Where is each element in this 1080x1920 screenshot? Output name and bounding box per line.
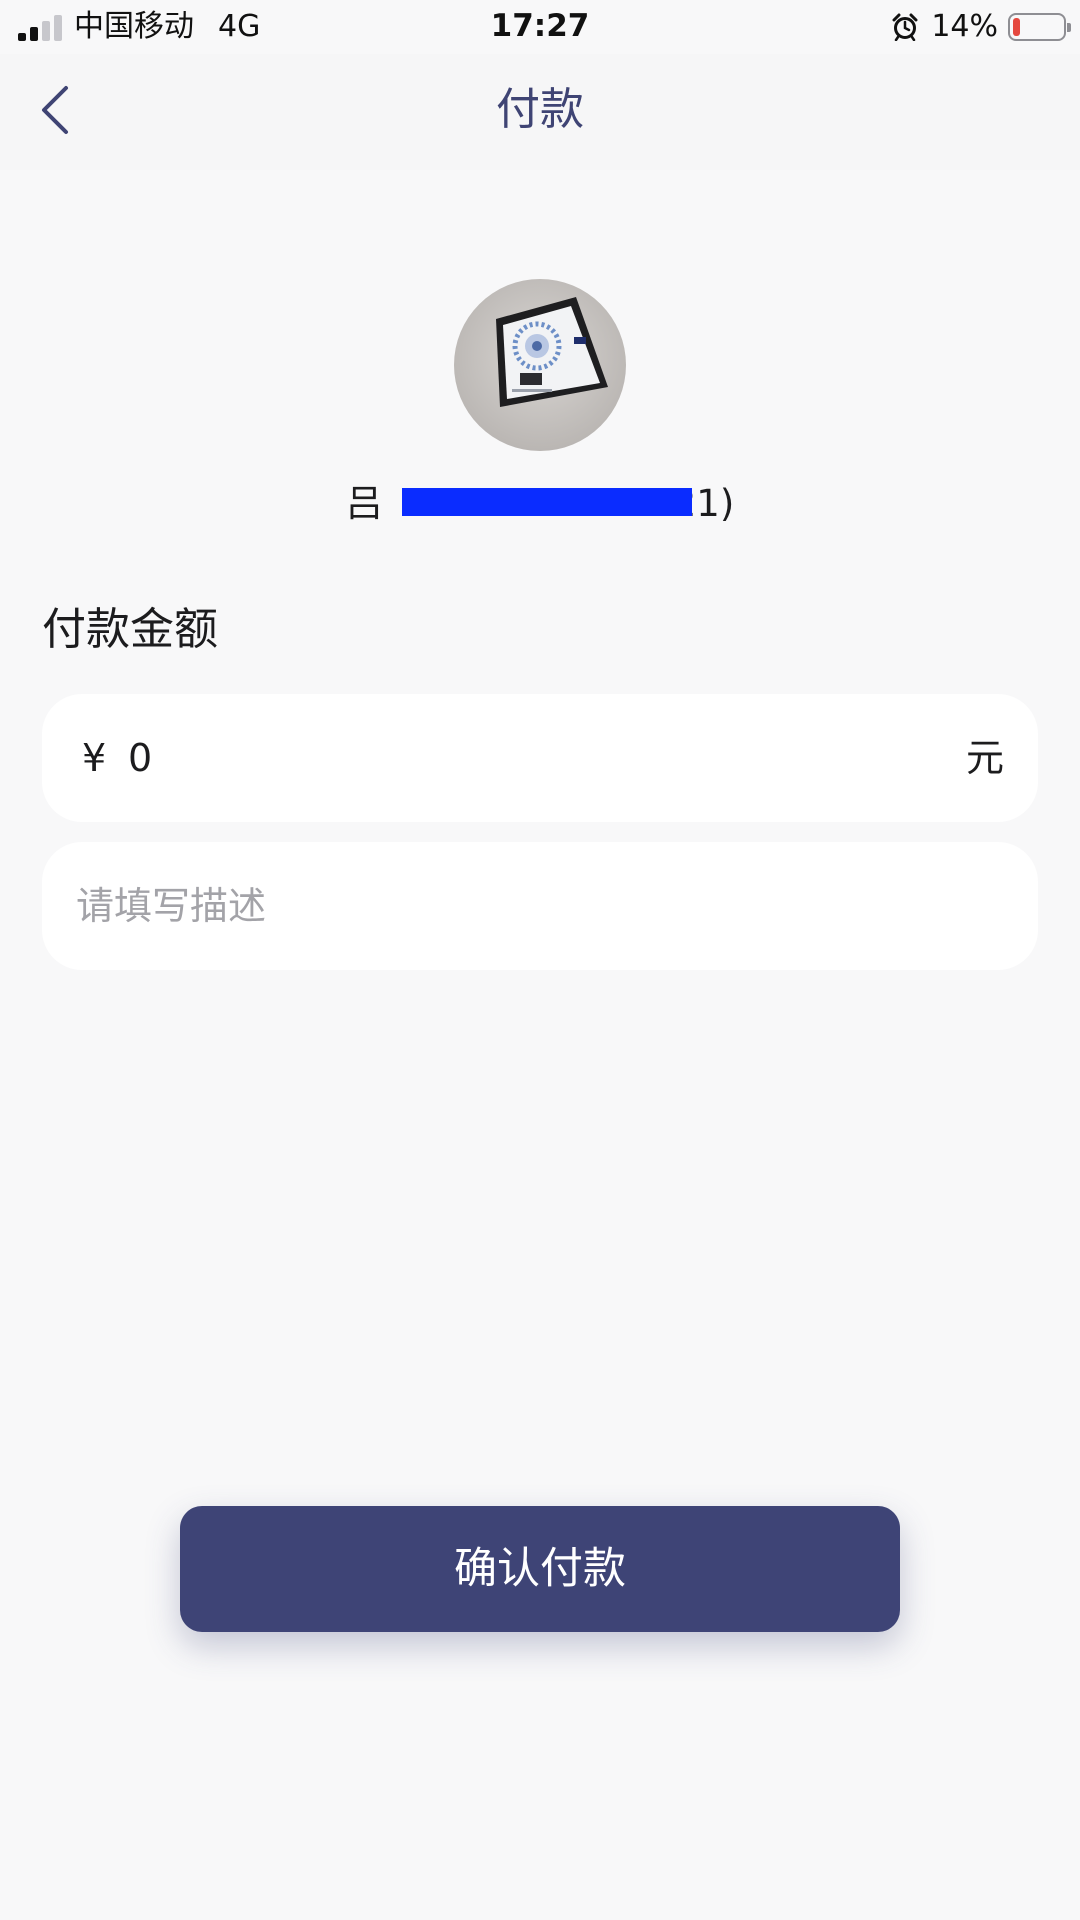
payee-name-visible: 吕 bbox=[345, 482, 383, 525]
amount-section-label: 付款金额 bbox=[42, 604, 218, 655]
battery-cap bbox=[1067, 23, 1071, 32]
battery-icon bbox=[1008, 13, 1071, 41]
avatar-photo bbox=[454, 279, 626, 451]
currency-symbol: ¥ bbox=[82, 736, 107, 780]
battery-percent: 14% bbox=[931, 9, 998, 44]
page-title: 付款 bbox=[496, 84, 584, 135]
payee-avatar bbox=[454, 279, 626, 451]
amount-input[interactable]: 0 bbox=[128, 728, 152, 788]
amount-field[interactable]: ¥ 0 元 bbox=[42, 694, 1038, 822]
status-right: 14% bbox=[891, 8, 1071, 46]
status-bar: 中国移动 4G 17:27 14% bbox=[0, 0, 1080, 54]
currency-unit-label: 元 bbox=[965, 736, 1004, 780]
description-field[interactable] bbox=[42, 842, 1038, 970]
alarm-icon bbox=[892, 13, 918, 41]
navigation-bar: 付款 bbox=[0, 54, 1080, 170]
confirm-payment-button[interactable]: 确认付款 bbox=[180, 1506, 900, 1632]
payment-screen: 中国移动 4G 17:27 14% 付款 吕 21) 付款金额 ¥ 0 元 请填… bbox=[0, 0, 1080, 1920]
redaction-bar bbox=[402, 488, 692, 516]
description-input[interactable] bbox=[76, 842, 996, 970]
battery-level-fill bbox=[1013, 18, 1020, 36]
